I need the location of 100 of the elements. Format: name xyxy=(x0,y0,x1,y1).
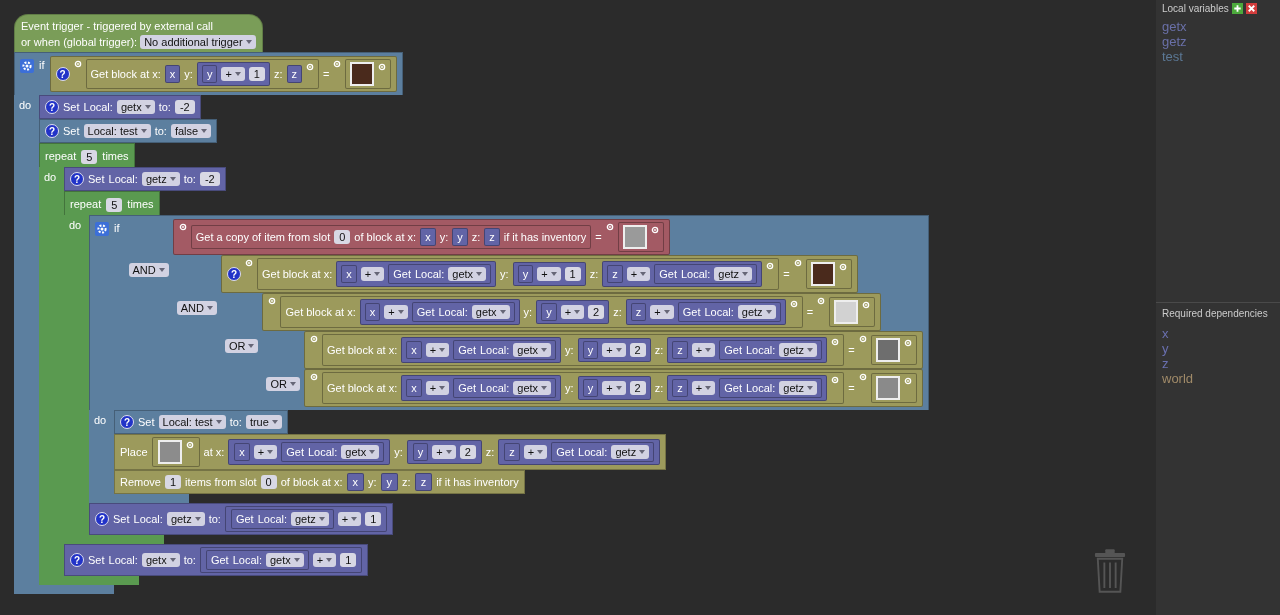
dropdown[interactable]: + xyxy=(312,553,337,567)
dropdown[interactable]: + xyxy=(337,512,362,526)
dropdown[interactable]: + xyxy=(602,381,626,395)
help-icon[interactable]: ? xyxy=(120,415,134,429)
help-icon[interactable]: ? xyxy=(45,100,59,114)
dropdown[interactable]: OR xyxy=(266,377,300,391)
gear-icon[interactable] xyxy=(306,63,314,71)
dropdown[interactable]: AND xyxy=(176,301,217,315)
dropdown[interactable]: AND xyxy=(128,263,169,277)
gear-icon[interactable] xyxy=(333,60,342,68)
dropdown[interactable]: + xyxy=(384,305,408,319)
block-label: times xyxy=(102,150,129,162)
number-field[interactable]: -2 xyxy=(174,100,195,114)
gear-icon[interactable] xyxy=(650,226,659,234)
dropdown[interactable]: + xyxy=(425,381,450,395)
dropdown[interactable]: + xyxy=(537,267,561,281)
help-icon[interactable]: ? xyxy=(95,512,109,526)
gear-icon[interactable] xyxy=(831,376,840,384)
gear-icon[interactable] xyxy=(268,297,277,305)
dropdown[interactable]: getz xyxy=(611,445,650,459)
dropdown[interactable]: getx xyxy=(471,305,510,319)
close-icon[interactable] xyxy=(1245,3,1257,14)
number-field[interactable]: 0 xyxy=(260,475,277,489)
gear-icon[interactable] xyxy=(831,338,840,346)
dropdown[interactable]: OR xyxy=(224,339,259,353)
block-label: y: xyxy=(184,68,193,80)
dropdown[interactable]: + xyxy=(425,343,450,357)
number-field[interactable]: 2 xyxy=(588,305,605,319)
dropdown[interactable]: getx xyxy=(513,381,552,395)
gear-icon[interactable] xyxy=(903,377,912,385)
number-field[interactable]: 1 xyxy=(340,553,357,567)
dropdown[interactable]: getz xyxy=(166,512,205,526)
gear-icon[interactable] xyxy=(766,262,775,270)
number-field[interactable]: 1 xyxy=(365,512,382,526)
dropdown[interactable]: Local: test xyxy=(158,415,226,429)
gear-icon[interactable] xyxy=(95,222,109,236)
dropdown[interactable]: + xyxy=(626,267,651,281)
gear-icon[interactable] xyxy=(789,300,798,308)
number-field[interactable]: 5 xyxy=(106,198,123,212)
number-field[interactable]: 2 xyxy=(629,381,646,395)
gear-icon[interactable] xyxy=(817,297,826,305)
dropdown[interactable]: + xyxy=(253,445,278,459)
number-field[interactable]: 1 xyxy=(564,267,581,281)
help-icon[interactable]: ? xyxy=(70,553,84,567)
help-icon[interactable]: ? xyxy=(70,172,84,186)
add-icon[interactable] xyxy=(1231,3,1243,14)
dropdown[interactable]: getz xyxy=(779,343,818,357)
dropdown[interactable]: true xyxy=(245,415,282,429)
number-field[interactable]: -2 xyxy=(199,172,220,186)
gear-icon[interactable] xyxy=(20,59,34,73)
dropdown[interactable]: getx xyxy=(266,553,304,567)
dropdown[interactable]: false xyxy=(170,124,212,138)
block-label: Event trigger - triggered by external call xyxy=(21,20,214,32)
dropdown[interactable]: getx xyxy=(141,553,180,567)
gear-icon[interactable] xyxy=(858,335,867,343)
dropdown[interactable]: + xyxy=(221,67,245,81)
dropdown[interactable]: + xyxy=(691,381,716,395)
panel-title: Local variables xyxy=(1162,2,1229,15)
gear-icon[interactable] xyxy=(185,441,194,449)
number-field[interactable]: 5 xyxy=(81,150,98,164)
dropdown[interactable]: getz xyxy=(714,267,753,281)
gear-icon[interactable] xyxy=(862,301,871,309)
gear-icon[interactable] xyxy=(858,373,867,381)
number-field[interactable]: 1 xyxy=(164,475,182,489)
gear-icon[interactable] xyxy=(903,339,912,347)
dropdown[interactable]: getx xyxy=(448,267,487,281)
gear-icon[interactable] xyxy=(838,263,847,271)
gear-icon[interactable] xyxy=(309,335,318,343)
dropdown[interactable]: Local: test xyxy=(83,124,151,138)
dropdown[interactable]: getx xyxy=(513,343,552,357)
number-field[interactable]: 1 xyxy=(248,67,265,81)
help-icon[interactable]: ? xyxy=(55,67,70,81)
dropdown[interactable]: + xyxy=(432,445,456,459)
dropdown[interactable]: + xyxy=(602,343,626,357)
dropdown[interactable]: getz xyxy=(291,512,329,526)
number-field[interactable]: 2 xyxy=(459,445,476,459)
gear-icon[interactable] xyxy=(793,259,802,267)
dropdown[interactable]: getz xyxy=(141,172,180,186)
dropdown[interactable]: getx xyxy=(341,445,380,459)
number-field[interactable]: 2 xyxy=(629,343,646,357)
help-icon[interactable]: ? xyxy=(226,267,241,281)
dropdown[interactable]: + xyxy=(560,305,585,319)
dropdown[interactable]: + xyxy=(691,343,716,357)
number-field[interactable]: 0 xyxy=(334,230,351,244)
gear-icon[interactable] xyxy=(178,223,187,231)
block-label: y xyxy=(417,446,424,458)
gear-icon[interactable] xyxy=(244,259,253,267)
dropdown[interactable]: getx xyxy=(116,100,155,114)
dropdown[interactable]: getz xyxy=(779,381,818,395)
gear-icon[interactable] xyxy=(378,63,387,71)
dropdown[interactable]: + xyxy=(360,267,385,281)
dropdown[interactable]: + xyxy=(650,305,674,319)
help-icon[interactable]: ? xyxy=(45,124,59,138)
trash-icon[interactable] xyxy=(1094,549,1126,593)
gear-icon[interactable] xyxy=(309,373,318,381)
dropdown[interactable]: getz xyxy=(737,305,776,319)
dropdown[interactable]: + xyxy=(523,445,548,459)
gear-icon[interactable] xyxy=(73,60,82,68)
gear-icon[interactable] xyxy=(605,223,614,231)
dropdown[interactable]: No additional trigger xyxy=(140,35,256,49)
